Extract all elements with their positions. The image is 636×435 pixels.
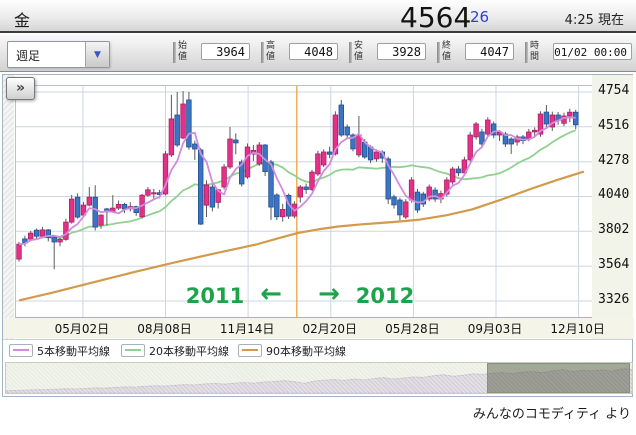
field-divider xyxy=(349,42,352,63)
current-price-fraction: 26 xyxy=(470,8,489,26)
chart-canvas[interactable] xyxy=(16,86,592,317)
field-divider xyxy=(525,42,528,63)
y-tick-label: 4516 xyxy=(598,118,636,133)
current-price: 4564 xyxy=(400,1,471,34)
collapsed-sidebar-strip xyxy=(3,75,14,339)
field-value-5: 01/02 00:00 xyxy=(553,43,632,60)
ma-legend: 5本移動平均線 20本移動平均線 90本移動平均線 xyxy=(3,339,632,360)
legend-swatch xyxy=(238,344,262,357)
x-axis-labels: 05月02日 08月08日 11月14日 02月20日 05月28日 09月03日 12月1… xyxy=(3,318,634,338)
legend-line-icon xyxy=(13,349,29,351)
trading-chart-widget: 金 4564 26 4:25 現在 週足 ▼ 始値 3964 高値 4048 安値 392… xyxy=(0,0,636,435)
overview-minimap[interactable] xyxy=(5,362,633,394)
field-value-2: 4048 xyxy=(289,43,338,60)
field-value-4: 4047 xyxy=(465,43,514,60)
legend-line-icon xyxy=(125,349,141,351)
annotation-year-2011: 2011 xyxy=(184,284,246,308)
right-arrow-icon: → xyxy=(310,279,348,309)
field-value-3: 3928 xyxy=(377,43,426,60)
field-divider xyxy=(261,42,264,63)
x-tick-label: 08月08日 xyxy=(132,320,198,337)
x-tick-label: 05月02日 xyxy=(49,320,115,337)
field-label-2: 高値 xyxy=(266,41,278,63)
header-bar: 金 4564 26 4:25 現在 xyxy=(0,0,636,33)
field-divider xyxy=(437,42,440,63)
timeframe-value: 週足 xyxy=(16,47,40,64)
y-tick-label: 4040 xyxy=(598,187,636,202)
toolbar: 週足 ▼ 始値 3964 高値 4048 安値 3928 終値 4047 時間 01/02 00:… xyxy=(0,33,636,72)
legend-label: 5本移動平均線 xyxy=(37,343,110,359)
y-tick-label: 3802 xyxy=(598,222,636,237)
legend-swatch xyxy=(9,344,33,357)
field-label-1: 始値 xyxy=(178,41,190,63)
legend-swatch xyxy=(121,344,145,357)
field-value-1: 3964 xyxy=(201,43,250,60)
chart-panel: » 2011 ← → 2012 4754 4516 4278 4040 3802 3564… xyxy=(2,74,633,397)
field-label-4: 終値 xyxy=(442,41,454,63)
dropdown-button[interactable]: ▼ xyxy=(85,42,109,67)
x-tick-label: 09月03日 xyxy=(462,320,528,337)
legend-label: 90本移動平均線 xyxy=(266,343,346,359)
x-tick-label: 11月14日 xyxy=(214,320,280,337)
overview-selection[interactable] xyxy=(487,363,630,393)
candlestick-plot[interactable]: 2011 ← → 2012 xyxy=(15,85,593,318)
expand-panel-button[interactable]: » xyxy=(6,77,35,100)
legend-line-icon xyxy=(242,349,258,351)
y-axis-labels: 4754 4516 4278 4040 3802 3564 3326 xyxy=(592,75,633,339)
field-label-3: 安値 xyxy=(354,41,366,63)
field-divider xyxy=(173,42,176,63)
y-tick-label: 3326 xyxy=(598,292,636,307)
legend-label: 20本移動平均線 xyxy=(149,343,229,359)
field-label-5: 時間 xyxy=(530,41,542,63)
timeframe-select[interactable]: 週足 ▼ xyxy=(7,41,110,68)
instrument-name: 金 xyxy=(14,7,30,31)
x-tick-label: 05月28日 xyxy=(379,320,445,337)
left-arrow-icon: ← xyxy=(252,279,290,309)
chevron-down-icon: ▼ xyxy=(94,50,101,60)
x-tick-label: 12月10日 xyxy=(545,320,611,337)
y-tick-label: 4278 xyxy=(598,153,636,168)
source-caption: みんなのコモディティ より xyxy=(473,403,631,422)
y-tick-label: 3564 xyxy=(598,257,636,272)
y-tick-label: 4754 xyxy=(598,83,636,98)
quote-time: 4:25 現在 xyxy=(565,9,624,28)
x-tick-label: 02月20日 xyxy=(297,320,363,337)
annotation-year-2012: 2012 xyxy=(354,284,416,308)
